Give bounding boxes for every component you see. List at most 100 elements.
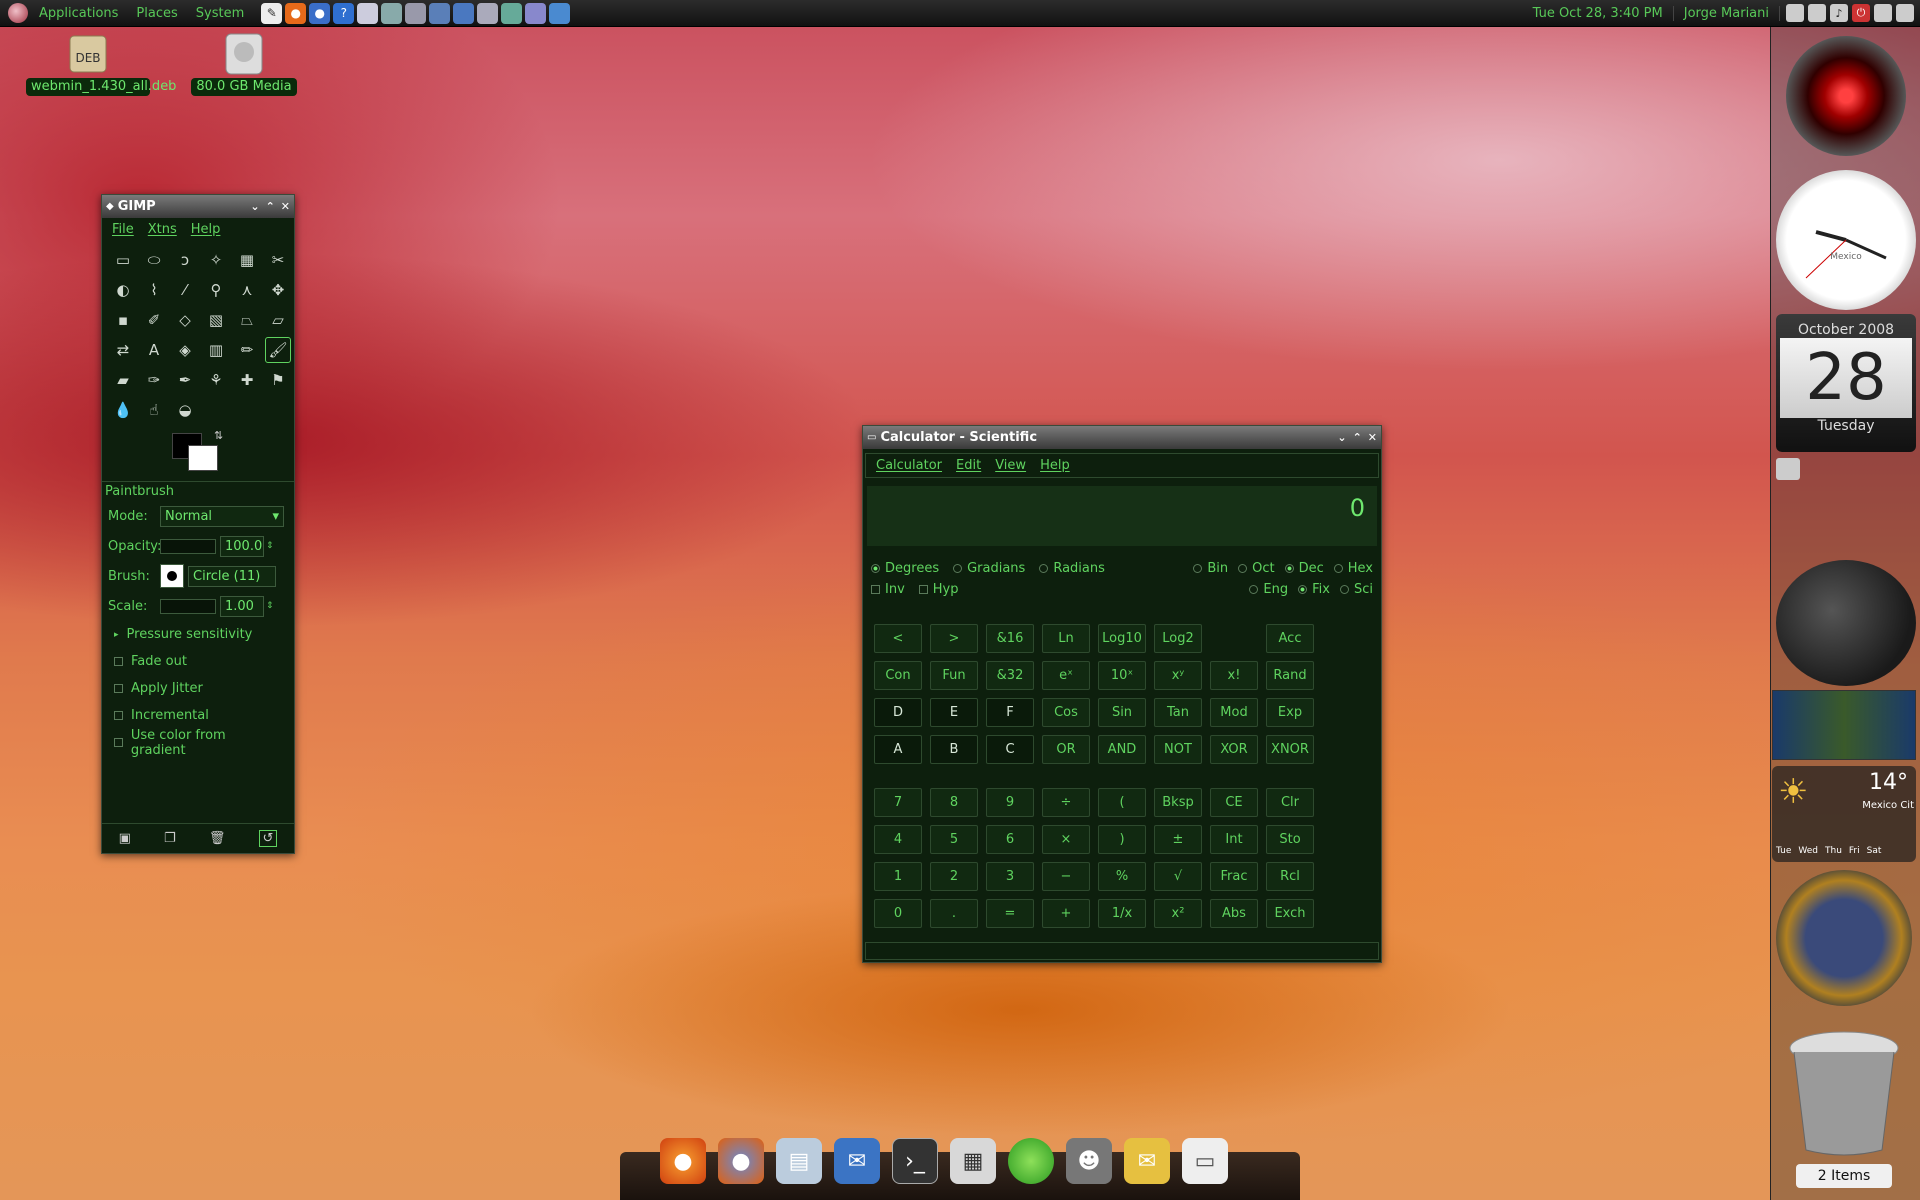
paths-icon[interactable]: ⌇ — [141, 277, 167, 303]
opacity-slider[interactable] — [160, 538, 216, 554]
calculator-display[interactable]: 0 — [867, 486, 1377, 546]
maximize-icon[interactable]: ⌃ — [266, 200, 275, 213]
numeric-key[interactable]: 8 — [930, 788, 978, 817]
numeric-key[interactable]: 1/x — [1098, 899, 1146, 928]
status-icon[interactable] — [1008, 1138, 1054, 1184]
radio-dec[interactable]: Dec — [1284, 561, 1324, 576]
radio-hex[interactable]: Hex — [1333, 561, 1373, 576]
firefox-alt-icon[interactable]: ● — [718, 1138, 764, 1184]
numeric-key[interactable]: Clr — [1266, 788, 1314, 817]
menu-help[interactable]: Help — [191, 222, 221, 237]
analog-clock[interactable]: Mexico — [1776, 170, 1916, 310]
bucket-fill-icon[interactable]: ◈ — [172, 337, 198, 363]
clone-icon[interactable]: ⚘ — [203, 367, 229, 393]
reset-options-icon[interactable]: ↺ — [258, 830, 278, 847]
rect-select-icon[interactable]: ▭ — [110, 247, 136, 273]
zoom-icon[interactable]: ⚲ — [203, 277, 229, 303]
radio-bin[interactable]: Bin — [1193, 561, 1228, 576]
menu-xtns[interactable]: Xtns — [148, 222, 177, 237]
function-key[interactable]: xʸ — [1154, 661, 1202, 690]
function-key[interactable]: < — [874, 624, 922, 653]
text-icon[interactable]: A — [141, 337, 167, 363]
computer-icon[interactable] — [405, 2, 427, 24]
function-key[interactable]: &32 — [986, 661, 1034, 690]
menu-help[interactable]: Help — [1040, 458, 1070, 473]
text-editor-icon[interactable]: ✎ — [261, 2, 283, 24]
blur-icon[interactable]: 💧 — [110, 397, 136, 423]
flip-icon[interactable]: ⏥ — [265, 307, 291, 333]
minimize-icon[interactable]: ⌄ — [250, 200, 259, 213]
function-key[interactable]: Rand — [1266, 661, 1314, 690]
flip-horizontal-icon[interactable]: ⇄ — [110, 337, 136, 363]
gradient-icon[interactable]: ▥ — [203, 337, 229, 363]
numeric-key[interactable]: − — [1042, 862, 1090, 891]
shear-icon[interactable]: ▧ — [203, 307, 229, 333]
numeric-key[interactable]: Bksp — [1154, 788, 1202, 817]
maximize-icon[interactable]: ⌃ — [1353, 431, 1362, 444]
ellipse-select-icon[interactable]: ⬭ — [141, 247, 167, 273]
scale-input[interactable]: 1.00 — [220, 595, 264, 617]
lasso-icon[interactable]: ↄ — [172, 247, 198, 273]
screenshot-icon[interactable] — [525, 2, 547, 24]
function-key[interactable]: &16 — [986, 624, 1034, 653]
network-icon[interactable] — [381, 2, 403, 24]
brush-preview[interactable] — [160, 564, 184, 588]
opacity-input[interactable]: 100.0 — [220, 535, 264, 557]
numeric-key[interactable]: ÷ — [1042, 788, 1090, 817]
numeric-key[interactable]: 1 — [874, 862, 922, 891]
network-tray-icon[interactable] — [1874, 4, 1892, 22]
function-key[interactable]: A — [874, 735, 922, 764]
thunderbird-icon[interactable]: ✉ — [834, 1138, 880, 1184]
checkbox-hyp[interactable]: Hyp — [918, 582, 959, 597]
smudge-icon[interactable]: ☝ — [141, 397, 167, 423]
opacity-spinner[interactable]: ⇕ — [266, 541, 274, 551]
function-key[interactable]: AND — [1098, 735, 1146, 764]
notes-icon[interactable] — [1786, 4, 1804, 22]
drive-icon[interactable]: ▭ — [1182, 1138, 1228, 1184]
help-icon[interactable]: ? — [333, 2, 355, 24]
panel-clock[interactable]: Tue Oct 28, 3:40 PM — [1523, 5, 1674, 21]
fade-out-checkbox[interactable]: Fade out — [102, 648, 294, 675]
radio-eng[interactable]: Eng — [1249, 582, 1288, 597]
function-key[interactable]: Ln — [1042, 624, 1090, 653]
numeric-key[interactable]: ) — [1098, 825, 1146, 854]
scale-slider[interactable] — [160, 598, 216, 614]
numeric-key[interactable]: √ — [1154, 862, 1202, 891]
mail-icon[interactable] — [501, 2, 523, 24]
weather-widget[interactable]: ☀ 14° Mexico Cit Tue Wed Thu Fri Sat — [1772, 766, 1916, 862]
function-key[interactable]: eˣ — [1042, 661, 1090, 690]
scale-icon[interactable]: ◇ — [172, 307, 198, 333]
swap-colors-icon[interactable]: ⇅ — [214, 429, 223, 442]
numeric-key[interactable]: 2 — [930, 862, 978, 891]
function-key[interactable]: 10ˣ — [1098, 661, 1146, 690]
radio-degrees[interactable]: Degrees — [871, 561, 939, 576]
numeric-key[interactable]: Rcl — [1266, 862, 1314, 891]
numeric-key[interactable]: 6 — [986, 825, 1034, 854]
numeric-key[interactable]: ( — [1098, 788, 1146, 817]
foreground-select-icon[interactable]: ◐ — [110, 277, 136, 303]
rotate-icon[interactable]: ✐ — [141, 307, 167, 333]
mode-select[interactable]: Normal ▾ — [160, 505, 284, 527]
function-key[interactable]: XNOR — [1266, 735, 1314, 764]
printer-icon[interactable] — [1808, 4, 1826, 22]
radio-sci[interactable]: Sci — [1339, 582, 1373, 597]
checkbox-inv[interactable]: Inv — [871, 582, 905, 597]
file-manager-icon[interactable]: ▤ — [776, 1138, 822, 1184]
function-key[interactable]: Sin — [1098, 698, 1146, 727]
perspective-clone-icon[interactable]: ⚑ — [265, 367, 291, 393]
window-menu-icon[interactable]: ▭ — [867, 432, 876, 443]
delete-options-icon[interactable]: 🗑 — [209, 831, 226, 846]
apply-jitter-checkbox[interactable]: Apply Jitter — [102, 675, 294, 702]
function-key[interactable]: Fun — [930, 661, 978, 690]
trash-icon[interactable] — [1784, 1026, 1904, 1158]
function-key[interactable]: x! — [1210, 661, 1258, 690]
pencil-icon[interactable]: ✏ — [234, 337, 260, 363]
function-key[interactable]: C — [986, 735, 1034, 764]
moon-phase-widget[interactable] — [1776, 560, 1916, 686]
perspective-icon[interactable]: ⏢ — [234, 307, 260, 333]
function-key[interactable]: Log2 — [1154, 624, 1202, 653]
numeric-key[interactable]: . — [930, 899, 978, 928]
function-key[interactable]: Acc — [1266, 624, 1314, 653]
monitor-icon[interactable] — [357, 2, 379, 24]
function-key[interactable]: Tan — [1154, 698, 1202, 727]
